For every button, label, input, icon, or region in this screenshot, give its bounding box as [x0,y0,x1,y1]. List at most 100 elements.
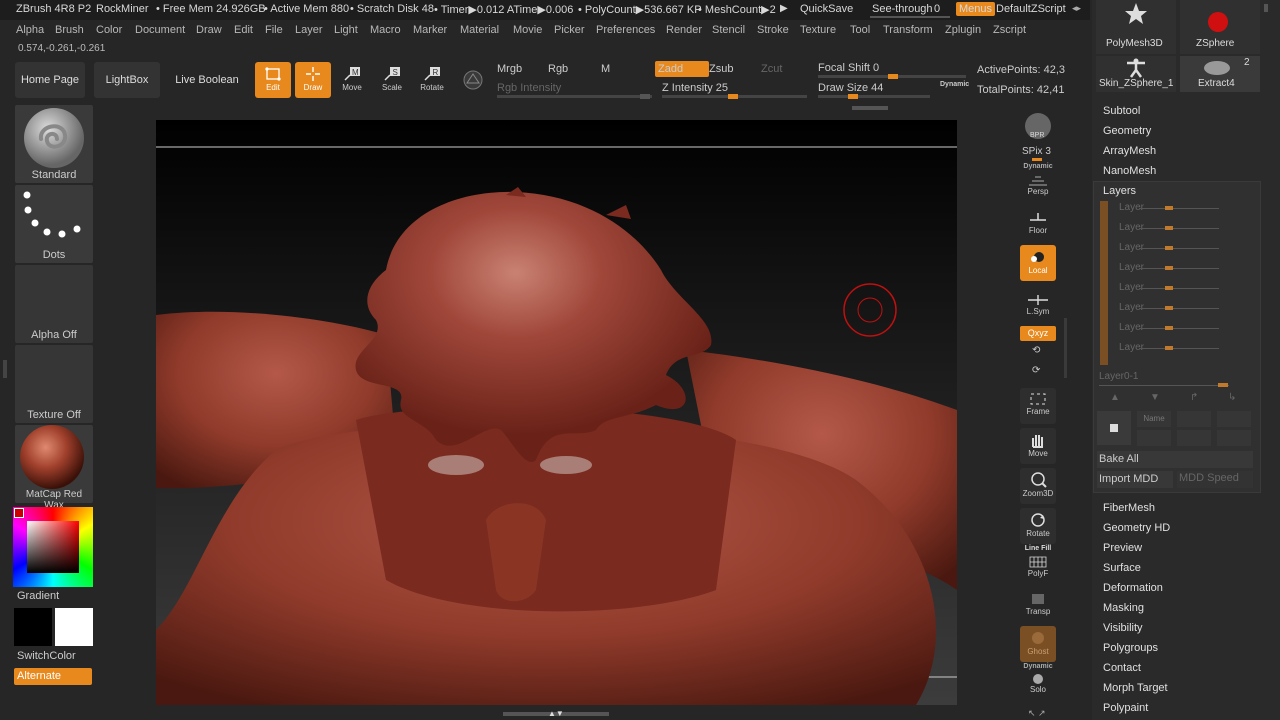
layer-slider-knob[interactable] [1165,346,1173,350]
layer-slider[interactable] [1139,208,1219,209]
layer-split-button[interactable] [1177,430,1211,446]
menu-picker[interactable]: Picker [554,24,585,36]
panel-layers[interactable]: Layers [1103,185,1136,197]
rotate-y-icon[interactable]: ⟲ [1032,345,1040,356]
panel-masking[interactable]: Masking [1103,602,1144,614]
menu-zscript[interactable]: Zscript [993,24,1026,36]
menu-color[interactable]: Color [96,24,122,36]
default-zscript[interactable]: DefaultZScript [996,3,1066,15]
layer-slider-knob[interactable] [1165,246,1173,250]
layer-row[interactable]: Layer [1119,242,1219,253]
panel-polypaint[interactable]: Polypaint [1103,702,1148,714]
quicksave-button[interactable]: QuickSave [800,3,853,15]
layer-slider[interactable] [1139,328,1219,329]
rgb-intensity-slider[interactable]: Rgb Intensity [497,82,561,94]
layer-slider-knob[interactable] [1165,326,1173,330]
layer-slider-knob[interactable] [1165,266,1173,270]
rgb-intensity-track[interactable] [497,94,652,99]
layer-slider[interactable] [1139,288,1219,289]
expand-bottom-icon[interactable]: ▲▼ [548,709,564,718]
scale-button[interactable]: S Scale [374,62,410,98]
play-icon[interactable]: ▶ [780,3,788,14]
spix-knob[interactable] [1032,158,1042,161]
panel-visibility[interactable]: Visibility [1103,622,1143,634]
rgb-button[interactable]: Rgb [548,63,568,75]
panel-contact[interactable]: Contact [1103,662,1141,674]
menu-light[interactable]: Light [334,24,358,36]
floor-button[interactable]: Floor [1020,205,1056,241]
layer-row[interactable]: Layer [1119,202,1219,213]
draw-size-slider[interactable]: Draw Size 44 [818,82,883,94]
draw-size-track[interactable] [818,94,930,99]
menu-transform[interactable]: Transform [883,24,933,36]
layer-name-button[interactable]: Name [1137,411,1171,427]
gradient-label[interactable]: Gradient [17,590,59,602]
panel-morph-target[interactable]: Morph Target [1103,682,1168,694]
layer-row[interactable]: Layer [1119,262,1219,273]
sphere-icon[interactable] [462,69,484,91]
local-button[interactable]: Local [1020,245,1056,281]
menus-button[interactable]: Menus [956,2,996,16]
z-intensity-knob[interactable] [728,94,738,99]
left-collapse-handle[interactable] [3,360,7,378]
frame-button[interactable]: Frame [1020,388,1056,424]
panel-preview[interactable]: Preview [1103,542,1142,554]
subtool-scroll-handle[interactable] [1264,4,1268,12]
menu-edit[interactable]: Edit [234,24,253,36]
spix-slider[interactable]: SPix 3 [1022,146,1051,157]
layer-down-icon[interactable]: ▼ [1150,392,1160,403]
rotate-view-button[interactable]: Rotate [1020,508,1056,544]
layer-duplicate-button[interactable] [1177,411,1211,427]
subtool-skin-zsphere[interactable]: Skin_ZSphere_1 [1096,56,1176,92]
draw-button[interactable]: Draw [295,62,331,98]
layer-row[interactable]: Layer [1119,282,1219,293]
polyf-button[interactable]: Line Fill PolyF [1020,545,1056,581]
panel-subtool[interactable]: Subtool [1103,105,1140,117]
xyz-button[interactable]: Qxyz [1020,326,1056,341]
layer-slider-knob[interactable] [1165,206,1173,210]
menu-material[interactable]: Material [460,24,499,36]
import-mdd-button[interactable]: Import MDD [1097,471,1173,488]
bpr-button[interactable]: BPR [1020,108,1056,144]
menu-stroke[interactable]: Stroke [757,24,789,36]
dynamic-toggle[interactable]: Dynamic [940,81,969,88]
menu-stencil[interactable]: Stencil [712,24,745,36]
layer-forward-icon[interactable]: ↳ [1228,392,1236,403]
saturation-square[interactable] [27,521,79,573]
ghost-button[interactable]: Ghost [1020,626,1056,662]
menu-brush[interactable]: Brush [55,24,84,36]
layer-row[interactable]: Layer [1119,342,1219,353]
menu-draw[interactable]: Draw [196,24,222,36]
layer-row[interactable]: Layer [1119,222,1219,233]
menu-render[interactable]: Render [666,24,702,36]
panel-surface[interactable]: Surface [1103,562,1141,574]
focal-shift-track[interactable] [818,74,966,79]
layer-delete-button[interactable] [1217,411,1251,427]
lsym-button[interactable]: L.Sym [1020,290,1056,326]
move-button[interactable]: M Move [334,62,370,98]
layer-slider[interactable] [1139,348,1219,349]
primary-color-swatch[interactable] [14,608,52,646]
bake-all-button[interactable]: Bake All [1097,451,1253,468]
see-through-slider[interactable]: See-through [872,3,933,15]
zcut-button[interactable]: Zcut [761,63,782,75]
draw-size-knob[interactable] [848,94,858,99]
menu-zplugin[interactable]: Zplugin [945,24,981,36]
rotate-button[interactable]: R Rotate [414,62,450,98]
persp-button[interactable]: Dynamic Persp [1020,163,1056,199]
rgb-intensity-knob[interactable] [640,94,650,99]
menu-macro[interactable]: Macro [370,24,401,36]
live-boolean-button[interactable]: Live Boolean [168,62,246,98]
panel-deformation[interactable]: Deformation [1103,582,1163,594]
layer-slider-knob[interactable] [1165,306,1173,310]
menu-preferences[interactable]: Preferences [596,24,655,36]
subtool-extract4[interactable]: Extract4 2 [1180,56,1260,92]
menu-texture[interactable]: Texture [800,24,836,36]
zoom3d-button[interactable]: Zoom3D [1020,468,1056,504]
menu-marker[interactable]: Marker [413,24,447,36]
panel-arraymesh[interactable]: ArrayMesh [1103,145,1156,157]
panel-geometry-hd[interactable]: Geometry HD [1103,522,1170,534]
color-picker[interactable] [13,507,93,587]
secondary-color-swatch[interactable] [55,608,93,646]
shelf-more-icon[interactable]: ↖ ↗ [1028,708,1046,719]
